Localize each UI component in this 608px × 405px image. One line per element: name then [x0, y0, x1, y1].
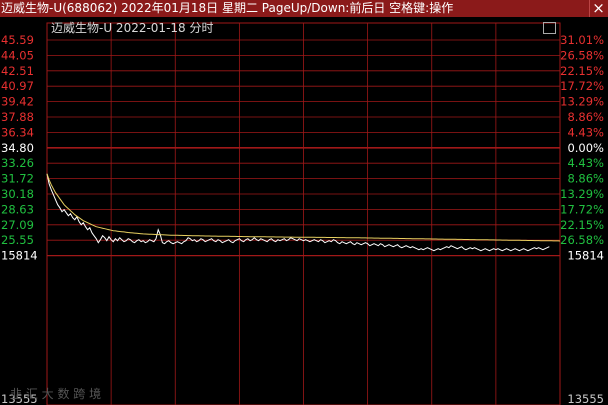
- percent-tick-label: 17.72%: [560, 202, 604, 216]
- percent-tick-label: 26.58%: [560, 233, 604, 247]
- percent-tick-label: 17.72%: [560, 79, 604, 93]
- stock-label: 迈威生物-U 2022-01-18 分时: [51, 21, 214, 35]
- percent-tick-label: 8.86%: [567, 110, 604, 124]
- window-titlebar: 迈威生物-U(688062) 2022年01月18日 星期二 PageUp/Do…: [0, 0, 608, 17]
- price-tick-label: 30.18: [1, 187, 34, 201]
- price-tick-label: 37.88: [1, 110, 34, 124]
- percent-tick-label: 26.58%: [560, 48, 604, 62]
- watermark: 韭 汇 大 数 跨 境: [10, 386, 101, 401]
- price-tick-label: 44.05: [1, 48, 34, 62]
- percent-tick-label: 22.15%: [560, 64, 604, 78]
- chart-ticks: 45.59 31.01% 44.05 26.58% 42.51 22.15% 40.97 17…: [1, 33, 604, 405]
- volume-tick-label: 15814: [567, 249, 604, 263]
- price-tick-label: 42.51: [1, 64, 34, 78]
- restore-button[interactable]: [543, 22, 556, 34]
- percent-tick-label: 13.29%: [560, 95, 604, 109]
- price-tick-label: 33.26: [1, 156, 34, 170]
- price-tick-label: 36.34: [1, 125, 34, 139]
- price-tick-label: 27.09: [1, 218, 34, 232]
- price-tick-label: 34.80: [1, 141, 34, 155]
- price-tick-label: 25.55: [1, 233, 34, 247]
- bottom-tick-label: 13555: [567, 392, 604, 405]
- percent-tick-label: 4.43%: [567, 125, 604, 139]
- percent-tick-label: 13.29%: [560, 187, 604, 201]
- price-tick-label: 39.42: [1, 95, 34, 109]
- volume-tick-label: 15814: [1, 249, 38, 263]
- chart-grid: [46, 22, 561, 405]
- price-tick-label: 40.97: [1, 79, 34, 93]
- price-tick-label: 31.72: [1, 172, 34, 186]
- percent-tick-label: 4.43%: [567, 156, 604, 170]
- price-tick-label: 45.59: [1, 33, 34, 47]
- percent-tick-label: 8.86%: [567, 172, 604, 186]
- percent-tick-label: 31.01%: [560, 33, 604, 47]
- close-button[interactable]: ×: [589, 0, 607, 17]
- price-tick-label: 28.63: [1, 202, 34, 216]
- percent-tick-label: 22.15%: [560, 218, 604, 232]
- chart-extra: 韭 汇 大 数 跨 境: [10, 386, 101, 401]
- percent-tick-label: 0.00%: [567, 141, 604, 155]
- window-title: 迈威生物-U(688062) 2022年01月18日 星期二 PageUp/Do…: [1, 1, 454, 15]
- intraday-chart: 45.59 31.01% 44.05 26.58% 42.51 22.15% 40.97 17…: [1, 22, 604, 405]
